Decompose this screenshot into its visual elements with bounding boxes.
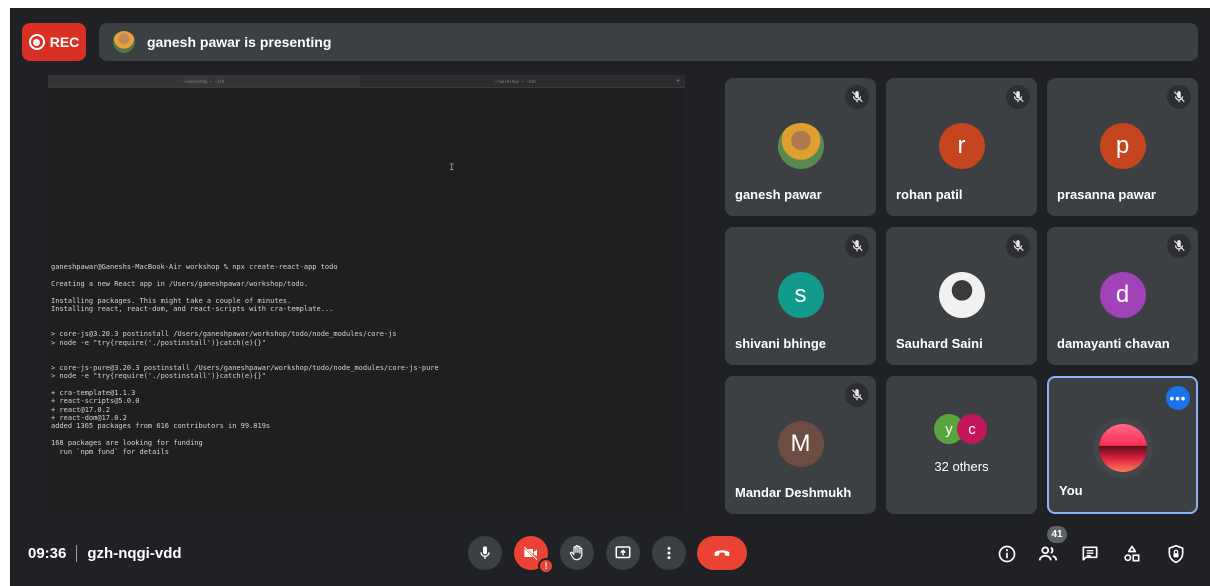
shield-lock-icon bbox=[1168, 544, 1184, 564]
end-call-button[interactable] bbox=[697, 536, 747, 570]
meeting-details: 09:36 gzh-nqgi-vdd bbox=[28, 545, 182, 562]
participant-tile[interactable]: s shivani bhinge bbox=[725, 227, 876, 365]
self-tile[interactable]: ••• You bbox=[1047, 376, 1198, 514]
avatar: s bbox=[777, 272, 824, 318]
terminal-line: + react-dom@17.0.2 bbox=[51, 414, 127, 423]
hand-icon bbox=[569, 545, 583, 561]
people-icon bbox=[1038, 546, 1058, 561]
others-count-label: 32 others bbox=[934, 459, 989, 474]
host-controls-button[interactable] bbox=[1162, 540, 1190, 568]
terminal-line: run `npm fund` for details bbox=[51, 447, 170, 456]
chat-icon bbox=[1082, 546, 1098, 561]
new-tab-icon: + bbox=[675, 77, 681, 85]
participant-tile[interactable]: ganesh pawar bbox=[725, 78, 876, 216]
camera-button[interactable]: ! bbox=[514, 536, 554, 574]
participant-name: ganesh pawar bbox=[735, 187, 822, 202]
presenting-text: ganesh pawar is presenting bbox=[147, 34, 332, 50]
activities-button[interactable] bbox=[1118, 540, 1146, 568]
terminal-line: Creating a new React app in /Users/ganes… bbox=[51, 279, 309, 288]
terminal-line: Installing react, react-dom, and react-s… bbox=[51, 304, 334, 313]
terminal-line: + cra-template@1.1.3 bbox=[51, 388, 136, 397]
mic-off-icon bbox=[845, 85, 869, 109]
avatar bbox=[777, 123, 824, 169]
participant-tile[interactable]: d damayanti chavan bbox=[1047, 227, 1198, 365]
terminal-line: > core-js-pure@3.20.3 postinstall /Users… bbox=[51, 363, 439, 372]
participant-tile[interactable]: r rohan patil bbox=[886, 78, 1037, 216]
participant-name: Sauhard Saini bbox=[896, 336, 983, 351]
terminal-tab: ~/workshop — -zsh bbox=[48, 75, 360, 87]
terminal-line: > node -e "try{require('./postinstall')}… bbox=[51, 338, 266, 347]
mic-button[interactable] bbox=[468, 536, 502, 570]
terminal-tab-bar: ~/workshop — -zsh ~/workshop — -zsh + bbox=[48, 75, 685, 88]
avatar bbox=[1098, 424, 1147, 472]
mic-off-icon bbox=[1006, 234, 1030, 258]
chat-button[interactable] bbox=[1076, 540, 1104, 568]
more-options-button[interactable] bbox=[652, 536, 686, 570]
activities-icon bbox=[1124, 545, 1140, 562]
present-button[interactable] bbox=[606, 536, 640, 570]
more-vert-icon bbox=[667, 546, 671, 560]
participant-name: You bbox=[1059, 483, 1083, 498]
mic-off-icon bbox=[845, 383, 869, 407]
participant-name: Mandar Deshmukh bbox=[735, 485, 852, 500]
participant-name: shivani bhinge bbox=[735, 336, 827, 351]
recording-indicator[interactable]: REC bbox=[22, 23, 86, 61]
mic-off-icon bbox=[1006, 85, 1030, 109]
avatar: c bbox=[957, 414, 987, 444]
text-cursor-icon: I bbox=[449, 163, 455, 173]
record-icon bbox=[28, 34, 45, 50]
terminal-line: + react@17.0.2 bbox=[51, 405, 111, 414]
rec-label: REC bbox=[49, 34, 80, 50]
avatar: M bbox=[777, 421, 824, 467]
meet-window: REC ganesh pawar is presenting ~/worksho… bbox=[10, 8, 1210, 586]
terminal-line: > node -e "try{require('./postinstall')}… bbox=[51, 372, 266, 381]
terminal-line: ganeshpawar@Ganeshs-MacBook-Air workshop… bbox=[51, 263, 338, 271]
clock: 09:36 bbox=[28, 545, 67, 562]
mic-off-icon bbox=[1167, 234, 1191, 258]
terminal-line: added 1365 packages from 616 contributor… bbox=[51, 422, 271, 431]
avatar bbox=[938, 272, 985, 318]
meeting-details-button[interactable] bbox=[993, 540, 1021, 568]
participant-tile[interactable]: p prasanna pawar bbox=[1047, 78, 1198, 216]
terminal-line: + react-scripts@5.0.0 bbox=[51, 397, 140, 406]
hang-up-icon bbox=[714, 550, 730, 557]
participant-name: damayanti chavan bbox=[1057, 336, 1170, 351]
raise-hand-button[interactable] bbox=[560, 536, 594, 570]
present-screen-icon bbox=[615, 546, 631, 559]
mic-icon bbox=[480, 546, 490, 559]
terminal-line: 168 packages are looking for funding bbox=[51, 439, 203, 448]
mic-off-icon bbox=[845, 234, 869, 258]
more-options-button[interactable]: ••• bbox=[1166, 386, 1190, 410]
camera-alert-badge: ! bbox=[538, 558, 554, 574]
participant-name: rohan patil bbox=[896, 187, 963, 202]
terminal-output: ganeshpawar@Ganeshs-MacBook-Air workshop… bbox=[51, 263, 681, 456]
people-button[interactable] bbox=[1034, 540, 1062, 568]
avatar: p bbox=[1099, 123, 1146, 169]
terminal-tab: ~/workshop — -zsh bbox=[494, 78, 536, 84]
camera-off-icon bbox=[523, 546, 538, 561]
avatar: r bbox=[938, 123, 985, 169]
info-icon bbox=[998, 545, 1016, 563]
presenter-avatar bbox=[113, 31, 135, 53]
presenting-banner: ganesh pawar is presenting bbox=[99, 23, 1198, 61]
participant-name: prasanna pawar bbox=[1057, 187, 1156, 202]
participant-tile[interactable]: Sauhard Saini bbox=[886, 227, 1037, 365]
divider bbox=[76, 545, 78, 562]
meeting-code: gzh-nqgi-vdd bbox=[87, 545, 182, 562]
shared-screen: ~/workshop — -zsh ~/workshop — -zsh + I … bbox=[48, 75, 685, 518]
avatar: d bbox=[1099, 272, 1146, 318]
terminal-line: > core-js@3.20.3 postinstall /Users/gane… bbox=[51, 330, 397, 339]
participant-tile[interactable]: M Mandar Deshmukh bbox=[725, 376, 876, 514]
others-tile[interactable]: y c 32 others bbox=[886, 376, 1037, 514]
terminal-line: Installing packages. This might take a c… bbox=[51, 296, 292, 305]
mic-off-icon bbox=[1167, 85, 1191, 109]
